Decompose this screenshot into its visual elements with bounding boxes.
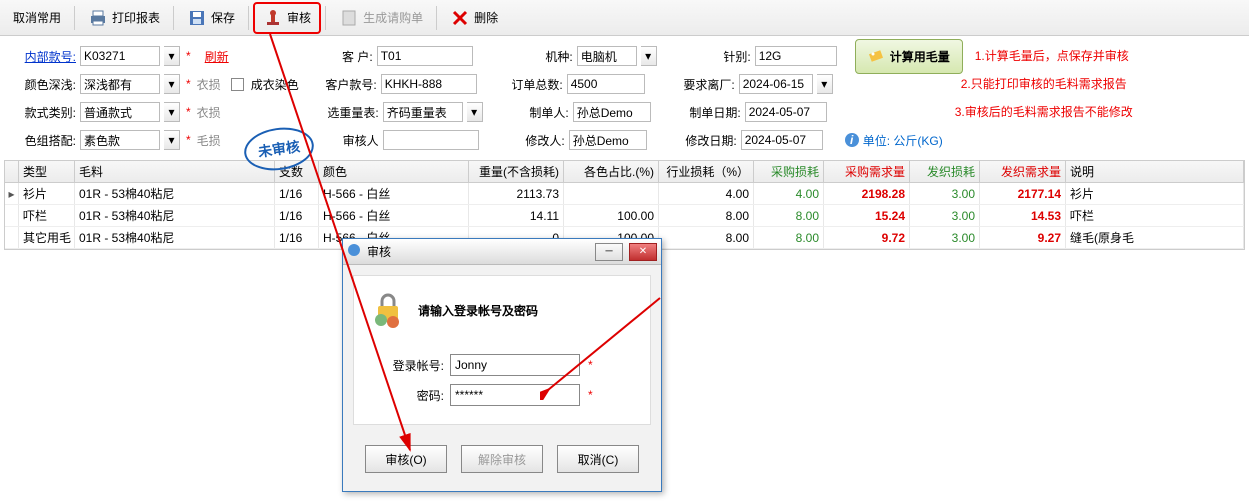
cancel-common-button[interactable]: 取消常用 <box>4 4 70 31</box>
unit-note: i 单位: 公斤(KG) <box>845 132 943 149</box>
generate-button[interactable]: 生成请购单 <box>330 3 432 33</box>
internal-number-field[interactable]: K03271 <box>80 46 160 66</box>
reviewer-label: 审核人 <box>323 132 379 149</box>
maker-field: 孙总Demo <box>573 102 651 122</box>
print-button[interactable]: 打印报表 <box>79 3 169 33</box>
stamp-icon <box>263 8 283 28</box>
customer-field[interactable]: T01 <box>377 46 473 66</box>
custno-label: 客户款号: <box>321 76 377 93</box>
app-icon <box>347 243 361 260</box>
depth-label: 颜色深浅: <box>20 76 76 93</box>
dialog-prompt: 请输入登录帐号及密码 <box>418 302 538 319</box>
audit-dialog: 审核 ─ ✕ 请输入登录帐号及密码 登录帐号: * 密码: * <box>342 238 662 492</box>
custno-field[interactable]: KHKH-888 <box>381 74 477 94</box>
dropdown-icon[interactable]: ▾ <box>164 102 180 122</box>
makedate-label: 制单日期: <box>685 104 741 121</box>
toolbar: 取消常用 打印报表 保存 审核 生成请购单 删除 <box>0 0 1249 36</box>
dialog-audit-button[interactable]: 审核(O) <box>365 445 447 473</box>
chengyi-checkbox[interactable] <box>231 78 244 91</box>
close-button[interactable]: ✕ <box>629 243 657 261</box>
dialog-titlebar[interactable]: 审核 ─ ✕ <box>343 239 661 265</box>
dropdown-icon[interactable]: ▾ <box>641 46 657 66</box>
modifier-label: 修改人: <box>509 132 565 149</box>
save-button[interactable]: 保存 <box>178 3 244 33</box>
ordertotal-label: 订单总数: <box>507 76 563 93</box>
notes: 3.审核后的毛料需求报告不能修改 <box>955 104 1133 120</box>
style-field[interactable]: 普通款式 <box>80 102 160 122</box>
leave-field[interactable]: 2024-06-15 <box>739 74 813 94</box>
grid-header: 类型 毛料 支数 颜色 重量(不含损耗) 各色占比.(%) 行业损耗（%） 采购… <box>5 161 1244 183</box>
moddate-label: 修改日期: <box>681 132 737 149</box>
lock-users-icon <box>368 290 408 330</box>
notes: 1.计算毛量后，点保存并审核 <box>975 48 1129 64</box>
depth-field[interactable]: 深浅都有 <box>80 74 160 94</box>
dropdown-icon[interactable]: ▾ <box>164 74 180 94</box>
yiloss-text: 衣损 <box>197 76 221 93</box>
yiloss-text: 衣损 <box>197 104 221 121</box>
data-grid: 类型 毛料 支数 颜色 重量(不含损耗) 各色占比.(%) 行业损耗（%） 采购… <box>4 160 1245 250</box>
form-panel: 内部款号: K03271▾ * 刷新 客 户: T01 机种: 电脑机▾ 针别:… <box>0 36 1249 156</box>
account-input[interactable] <box>450 354 580 376</box>
notes: 2.只能打印审核的毛料需求报告 <box>961 76 1127 92</box>
tag-icon <box>868 46 886 67</box>
dropdown-icon[interactable]: ▾ <box>467 102 483 122</box>
machine-label: 机种: <box>517 48 573 65</box>
dropdown-icon[interactable]: ▾ <box>817 74 833 94</box>
dropdown-icon[interactable]: ▾ <box>164 46 180 66</box>
needle-field[interactable]: 12G <box>755 46 837 66</box>
password-label: 密码: <box>364 387 444 404</box>
leave-label: 要求离厂: <box>679 76 735 93</box>
dialog-cancel-button[interactable]: 取消(C) <box>557 445 639 473</box>
account-label: 登录帐号: <box>364 357 444 374</box>
machine-field[interactable]: 电脑机 <box>577 46 637 66</box>
info-icon: i <box>845 133 859 147</box>
table-row[interactable]: 吓栏01R - 53棉40粘尼1/16H-566 - 白丝14.11100.00… <box>5 205 1244 227</box>
printer-icon <box>88 8 108 28</box>
table-row[interactable]: ▸衫片01R - 53棉40粘尼1/16H-566 - 白丝2113.734.0… <box>5 183 1244 205</box>
refresh-link[interactable]: 刷新 <box>205 48 229 65</box>
modifier-field: 孙总Demo <box>569 130 647 150</box>
makedate-field: 2024-05-07 <box>745 102 827 122</box>
weightsel-label: 选重量表: <box>323 104 379 121</box>
group-label: 色组搭配: <box>20 132 76 149</box>
password-input[interactable] <box>450 384 580 406</box>
ordertotal-field[interactable]: 4500 <box>567 74 645 94</box>
weightsel-field[interactable]: 齐码重量表 <box>383 102 463 122</box>
minimize-button[interactable]: ─ <box>595 243 623 261</box>
customer-label: 客 户: <box>317 48 373 65</box>
audit-button[interactable]: 审核 <box>253 2 321 34</box>
dialog-unaudit-button[interactable]: 解除审核 <box>461 445 543 473</box>
delete-button[interactable]: 删除 <box>441 3 507 33</box>
style-label: 款式类别: <box>20 104 76 121</box>
calculate-button[interactable]: 计算用毛量 <box>855 39 963 74</box>
dropdown-icon[interactable]: ▾ <box>164 130 180 150</box>
save-icon <box>187 8 207 28</box>
maoloss-text: 毛损 <box>197 132 221 149</box>
internal-number-label[interactable]: 内部款号: <box>20 48 76 65</box>
delete-x-icon <box>450 8 470 28</box>
reviewer-field <box>383 130 479 150</box>
moddate-field: 2024-05-07 <box>741 130 823 150</box>
document-icon <box>339 8 359 28</box>
dialog-title: 审核 <box>367 243 391 260</box>
group-field[interactable]: 素色款 <box>80 130 160 150</box>
maker-label: 制单人: <box>513 104 569 121</box>
needle-label: 针别: <box>695 48 751 65</box>
